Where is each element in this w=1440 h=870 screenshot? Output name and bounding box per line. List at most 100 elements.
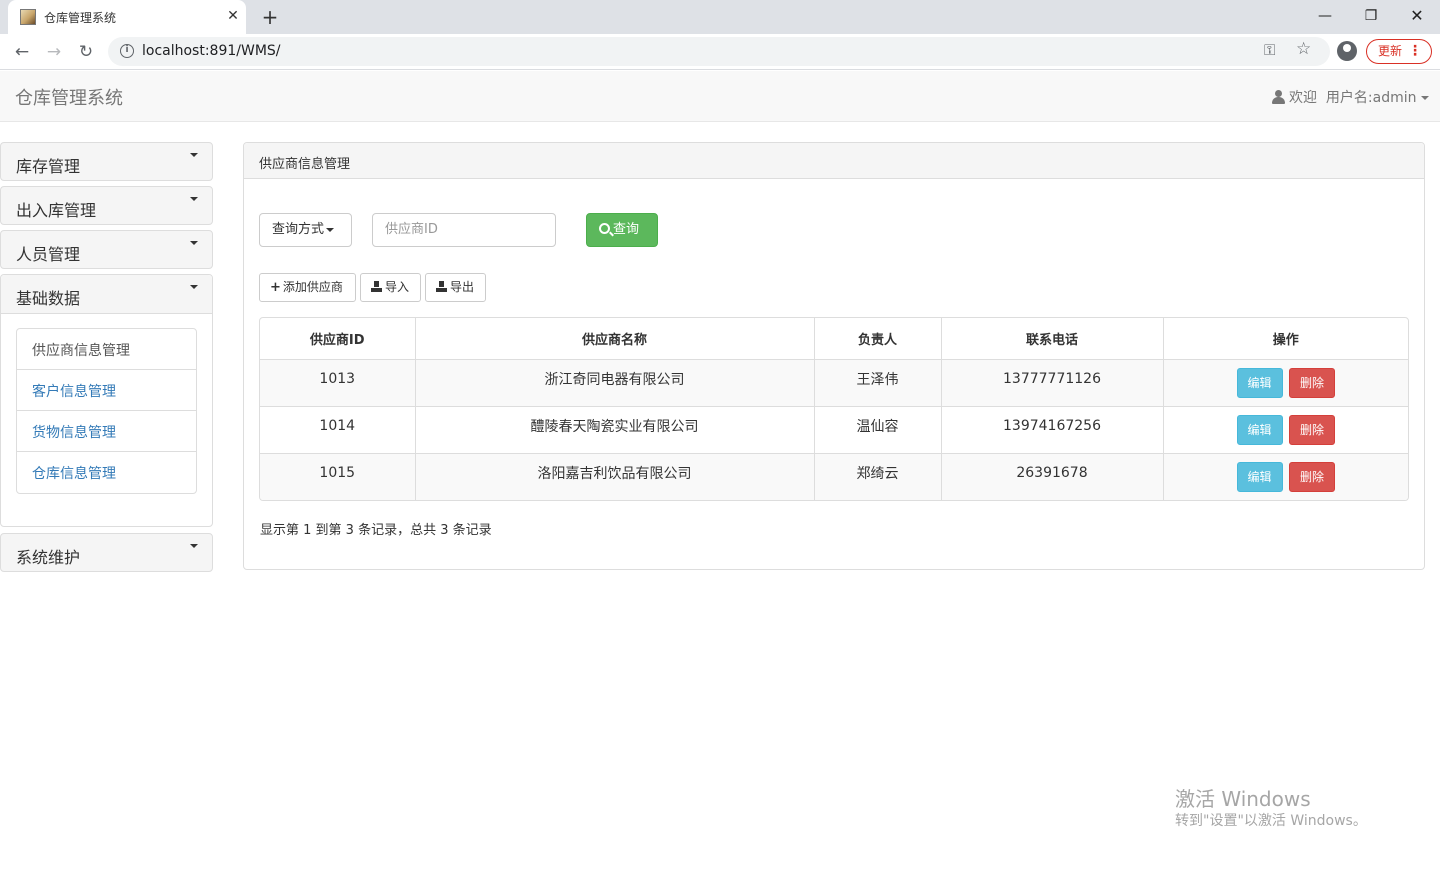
cell-actions: 编辑 删除 xyxy=(1163,359,1408,407)
cell-name: 洛阳嘉吉利饮品有限公司 xyxy=(415,453,815,500)
key-icon[interactable]: ⚿ xyxy=(1264,41,1275,59)
edit-button[interactable]: 编辑 xyxy=(1236,461,1283,492)
chevron-down-icon xyxy=(1420,96,1429,100)
caret-down-icon xyxy=(190,544,198,548)
sidebar-item-customer[interactable]: 客户信息管理 xyxy=(17,370,196,411)
activation-watermark-title: 激活 Windows xyxy=(1175,787,1311,811)
edit-button[interactable]: 编辑 xyxy=(1236,414,1283,445)
import-icon xyxy=(371,281,382,292)
delete-button[interactable]: 删除 xyxy=(1288,461,1335,492)
caret-down-icon xyxy=(190,197,198,201)
sidebar-section-label: 人员管理 xyxy=(16,245,81,264)
cell-phone: 13974167256 xyxy=(941,406,1164,454)
update-label: 更新 xyxy=(1378,44,1403,58)
tab-close-icon[interactable]: ✕ xyxy=(224,6,242,26)
profile-avatar-icon[interactable] xyxy=(1337,41,1357,61)
search-icon xyxy=(599,223,610,234)
query-mode-label: 查询方式 xyxy=(272,222,325,237)
export-label: 导出 xyxy=(450,280,475,294)
window-minimize-button[interactable]: — xyxy=(1310,3,1340,29)
import-label: 导入 xyxy=(385,280,410,294)
cell-name: 浙江奇同电器有限公司 xyxy=(415,359,815,407)
cell-phone: 26391678 xyxy=(941,453,1164,500)
sidebar-section-label: 出入库管理 xyxy=(16,201,97,220)
delete-button[interactable]: 删除 xyxy=(1288,414,1335,445)
add-supplier-button[interactable]: + 添加供应商 xyxy=(259,273,356,302)
sidebar-item-goods[interactable]: 货物信息管理 xyxy=(17,411,196,452)
window-maximize-button[interactable]: ❐ xyxy=(1356,3,1386,29)
supplier-table: 供应商ID 供应商名称 负责人 联系电话 操作 1013 浙江奇同电器有限公司 … xyxy=(259,317,1409,501)
more-menu-icon: ⋮ xyxy=(1408,43,1422,59)
back-arrow-icon[interactable]: ← xyxy=(9,40,35,64)
sidebar-section-personnel[interactable]: 人员管理 xyxy=(0,230,213,269)
url-text[interactable]: localhost:891/WMS/ xyxy=(142,43,281,59)
pagination-info: 显示第 1 到第 3 条记录，总共 3 条记录 xyxy=(260,523,492,538)
forward-arrow-icon[interactable]: → xyxy=(41,40,67,64)
browser-tab[interactable]: 仓库管理系统 ✕ xyxy=(8,0,246,34)
welcome-text: 欢迎 xyxy=(1289,90,1317,106)
sidebar-section-inventory[interactable]: 库存管理 xyxy=(0,142,213,181)
user-menu[interactable]: 欢迎 用户名:admin xyxy=(1272,87,1429,107)
import-button[interactable]: 导入 xyxy=(360,273,421,302)
sidebar-section-label: 系统维护 xyxy=(16,548,81,567)
new-tab-button[interactable]: + xyxy=(258,4,282,30)
user-icon xyxy=(1272,90,1285,104)
cell-person: 郑绮云 xyxy=(814,453,942,500)
caret-down-icon xyxy=(190,241,198,245)
cell-person: 王泽伟 xyxy=(814,359,942,407)
username-text: 用户名:admin xyxy=(1325,90,1417,106)
sidebar-section-basic-data: 基础数据 供应商信息管理 客户信息管理 货物信息管理 仓库信息管理 xyxy=(0,274,213,527)
column-header-id[interactable]: 供应商ID xyxy=(260,318,416,360)
app-navbar: 仓库管理系统 欢迎 用户名:admin xyxy=(0,71,1440,122)
sidebar-section-label: 基础数据 xyxy=(16,289,81,308)
activation-watermark-subtitle: 转到"设置"以激活 Windows。 xyxy=(1175,813,1367,829)
cell-actions: 编辑 删除 xyxy=(1163,453,1408,500)
caret-down-icon xyxy=(190,285,198,289)
caret-down-icon xyxy=(190,153,198,157)
sidebar-item-supplier[interactable]: 供应商信息管理 xyxy=(17,329,196,370)
search-input[interactable]: 供应商ID xyxy=(372,213,556,247)
sidebar-section-maintenance[interactable]: 系统维护 xyxy=(0,533,213,572)
address-bar[interactable]: i localhost:891/WMS/ ⚿ ☆ xyxy=(108,37,1330,66)
add-supplier-label: 添加供应商 xyxy=(282,280,343,294)
column-header-actions: 操作 xyxy=(1163,318,1408,360)
table-row[interactable]: 1013 浙江奇同电器有限公司 王泽伟 13777771126 编辑 删除 xyxy=(260,359,1408,407)
export-icon xyxy=(436,281,447,292)
table-header-row: 供应商ID 供应商名称 负责人 联系电话 操作 xyxy=(260,318,1408,360)
supplier-panel: 供应商信息管理 查询方式 供应商ID 查询 + 添加供应商 导入 导出 供应商ID… xyxy=(243,142,1425,570)
table-row[interactable]: 1014 醴陵春天陶瓷实业有限公司 温仙容 13974167256 编辑 删除 xyxy=(260,406,1408,454)
delete-button[interactable]: 删除 xyxy=(1288,367,1335,398)
query-mode-dropdown[interactable]: 查询方式 xyxy=(259,213,352,247)
brand-title[interactable]: 仓库管理系统 xyxy=(15,84,123,110)
cell-id: 1014 xyxy=(260,406,416,454)
plus-icon: + xyxy=(270,280,281,295)
search-button[interactable]: 查询 xyxy=(586,213,658,247)
sidebar-section-inout[interactable]: 出入库管理 xyxy=(0,186,213,225)
table-row[interactable]: 1015 洛阳嘉吉利饮品有限公司 郑绮云 26391678 编辑 删除 xyxy=(260,453,1408,500)
panel-heading: 供应商信息管理 xyxy=(244,143,1424,179)
chevron-down-icon xyxy=(326,227,335,232)
sidebar-section-basic-data-header[interactable]: 基础数据 xyxy=(1,275,212,314)
window-close-button[interactable]: ✕ xyxy=(1402,3,1432,29)
column-header-person[interactable]: 负责人 xyxy=(814,318,942,360)
edit-button[interactable]: 编辑 xyxy=(1236,367,1283,398)
export-button[interactable]: 导出 xyxy=(425,273,486,302)
browser-toolbar: ← → ↻ i localhost:891/WMS/ ⚿ ☆ 更新 ⋮ xyxy=(0,34,1440,70)
reload-icon[interactable]: ↻ xyxy=(73,40,99,64)
bookmark-star-icon[interactable]: ☆ xyxy=(1296,39,1311,59)
browser-tab-bar: 仓库管理系统 ✕ + — ❐ ✕ xyxy=(0,0,1440,34)
column-header-phone[interactable]: 联系电话 xyxy=(941,318,1164,360)
cell-person: 温仙容 xyxy=(814,406,942,454)
cell-actions: 编辑 删除 xyxy=(1163,406,1408,454)
cell-phone: 13777771126 xyxy=(941,359,1164,407)
cell-name: 醴陵春天陶瓷实业有限公司 xyxy=(415,406,815,454)
sidebar-item-warehouse[interactable]: 仓库信息管理 xyxy=(17,452,196,493)
cell-id: 1015 xyxy=(260,453,416,500)
basic-data-menu: 供应商信息管理 客户信息管理 货物信息管理 仓库信息管理 xyxy=(16,328,197,494)
column-header-name[interactable]: 供应商名称 xyxy=(415,318,815,360)
update-button[interactable]: 更新 ⋮ xyxy=(1366,39,1432,64)
site-info-icon[interactable]: i xyxy=(120,44,134,58)
favicon-icon xyxy=(20,9,36,25)
tab-title: 仓库管理系统 xyxy=(44,11,117,25)
search-button-label: 查询 xyxy=(613,222,640,237)
